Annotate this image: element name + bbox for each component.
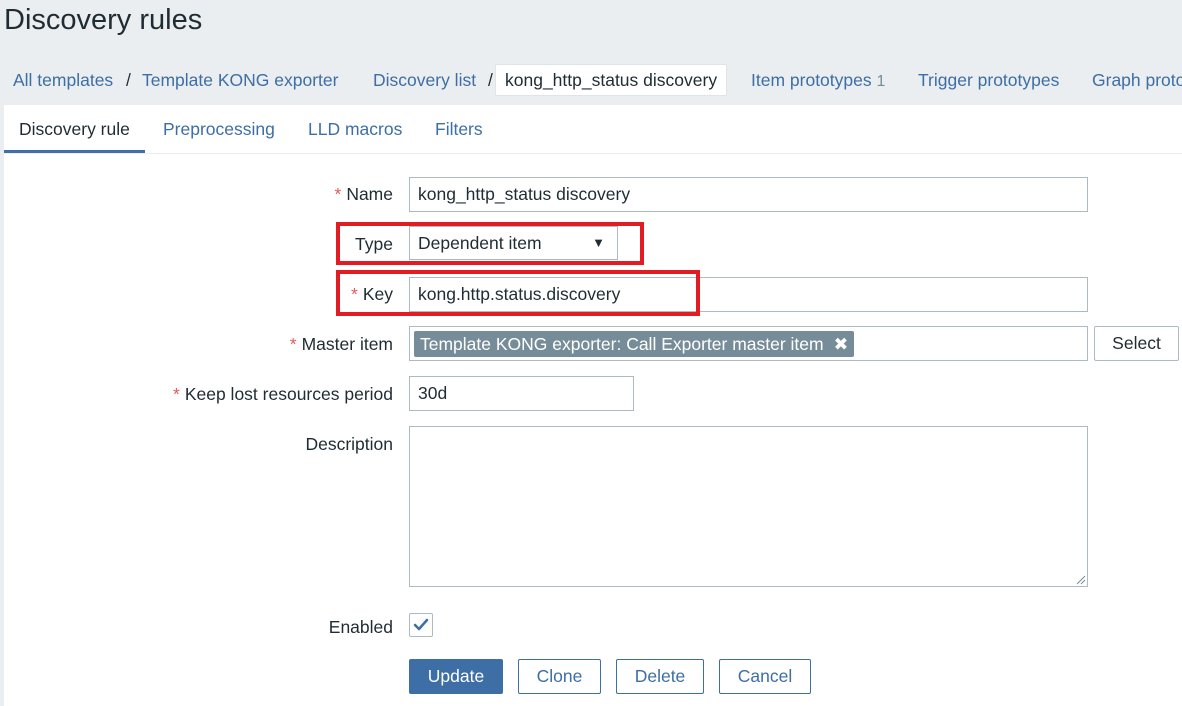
type-select-divider [617, 226, 618, 260]
cancel-button[interactable]: Cancel [719, 659, 811, 694]
required-mark: * [173, 384, 180, 404]
type-label: Type [355, 234, 393, 254]
master-item-tag: Template KONG exporter: Call Exporter ma… [414, 331, 855, 357]
tab-bar: Discovery rule Preprocessing LLD macros … [4, 105, 1182, 154]
chevron-down-icon: ▼ [592, 235, 605, 250]
breadcrumb-discovery-list[interactable]: Discovery list [373, 64, 476, 96]
description-textarea[interactable] [409, 426, 1088, 587]
breadcrumb-item-prototypes[interactable]: Item prototypes 1 [751, 64, 885, 96]
checkmark-icon [413, 618, 429, 631]
breadcrumb-all-templates[interactable]: All templates [13, 64, 113, 96]
breadcrumb-trigger-prototypes[interactable]: Trigger prototypes [918, 64, 1059, 96]
tab-preprocessing[interactable]: Preprocessing [148, 105, 290, 151]
type-select[interactable]: Dependent item ▼ [409, 226, 618, 260]
item-prototypes-count: 1 [876, 73, 886, 90]
tab-lld-macros[interactable]: LLD macros [293, 105, 417, 151]
breadcrumb: All templates / Template KONG exporter D… [0, 64, 1182, 100]
master-item-tag-label: Template KONG exporter: Call Exporter ma… [420, 334, 824, 354]
tab-discovery-rule[interactable]: Discovery rule [4, 105, 145, 153]
enabled-checkbox[interactable] [409, 613, 433, 637]
close-icon[interactable]: ✖ [834, 334, 849, 354]
breadcrumb-separator: / [488, 70, 493, 90]
required-mark: * [289, 334, 297, 354]
master-item-label: * Master item [289, 334, 393, 354]
breadcrumb-separator: / [126, 70, 131, 90]
required-mark: * [351, 284, 358, 304]
key-label: * Key [351, 284, 393, 304]
description-label: Description [305, 434, 393, 454]
page-title: Discovery rules [4, 4, 203, 36]
breadcrumb-template[interactable]: Template KONG exporter [142, 64, 338, 96]
keep-lost-resources-label: * Keep lost resources period [173, 384, 393, 404]
name-input[interactable]: kong_http_status discovery [409, 177, 1088, 212]
enabled-label: Enabled [328, 617, 393, 637]
select-master-item-button[interactable]: Select [1094, 326, 1179, 361]
required-mark: * [334, 184, 342, 204]
delete-button[interactable]: Delete [616, 659, 704, 694]
clone-button[interactable]: Clone [518, 659, 601, 694]
type-select-value: Dependent item [418, 233, 542, 253]
resize-grip-icon[interactable] [1076, 575, 1086, 585]
update-button[interactable]: Update [409, 659, 503, 694]
item-prototypes-label: Item prototypes [751, 70, 872, 90]
breadcrumb-current-rule[interactable]: kong_http_status discovery [495, 64, 728, 96]
breadcrumb-graph-prototypes[interactable]: Graph prototypes [1092, 64, 1182, 96]
name-label: * Name [334, 184, 394, 204]
tab-filters[interactable]: Filters [420, 105, 498, 151]
keep-lost-resources-input[interactable]: 30d [409, 376, 634, 411]
